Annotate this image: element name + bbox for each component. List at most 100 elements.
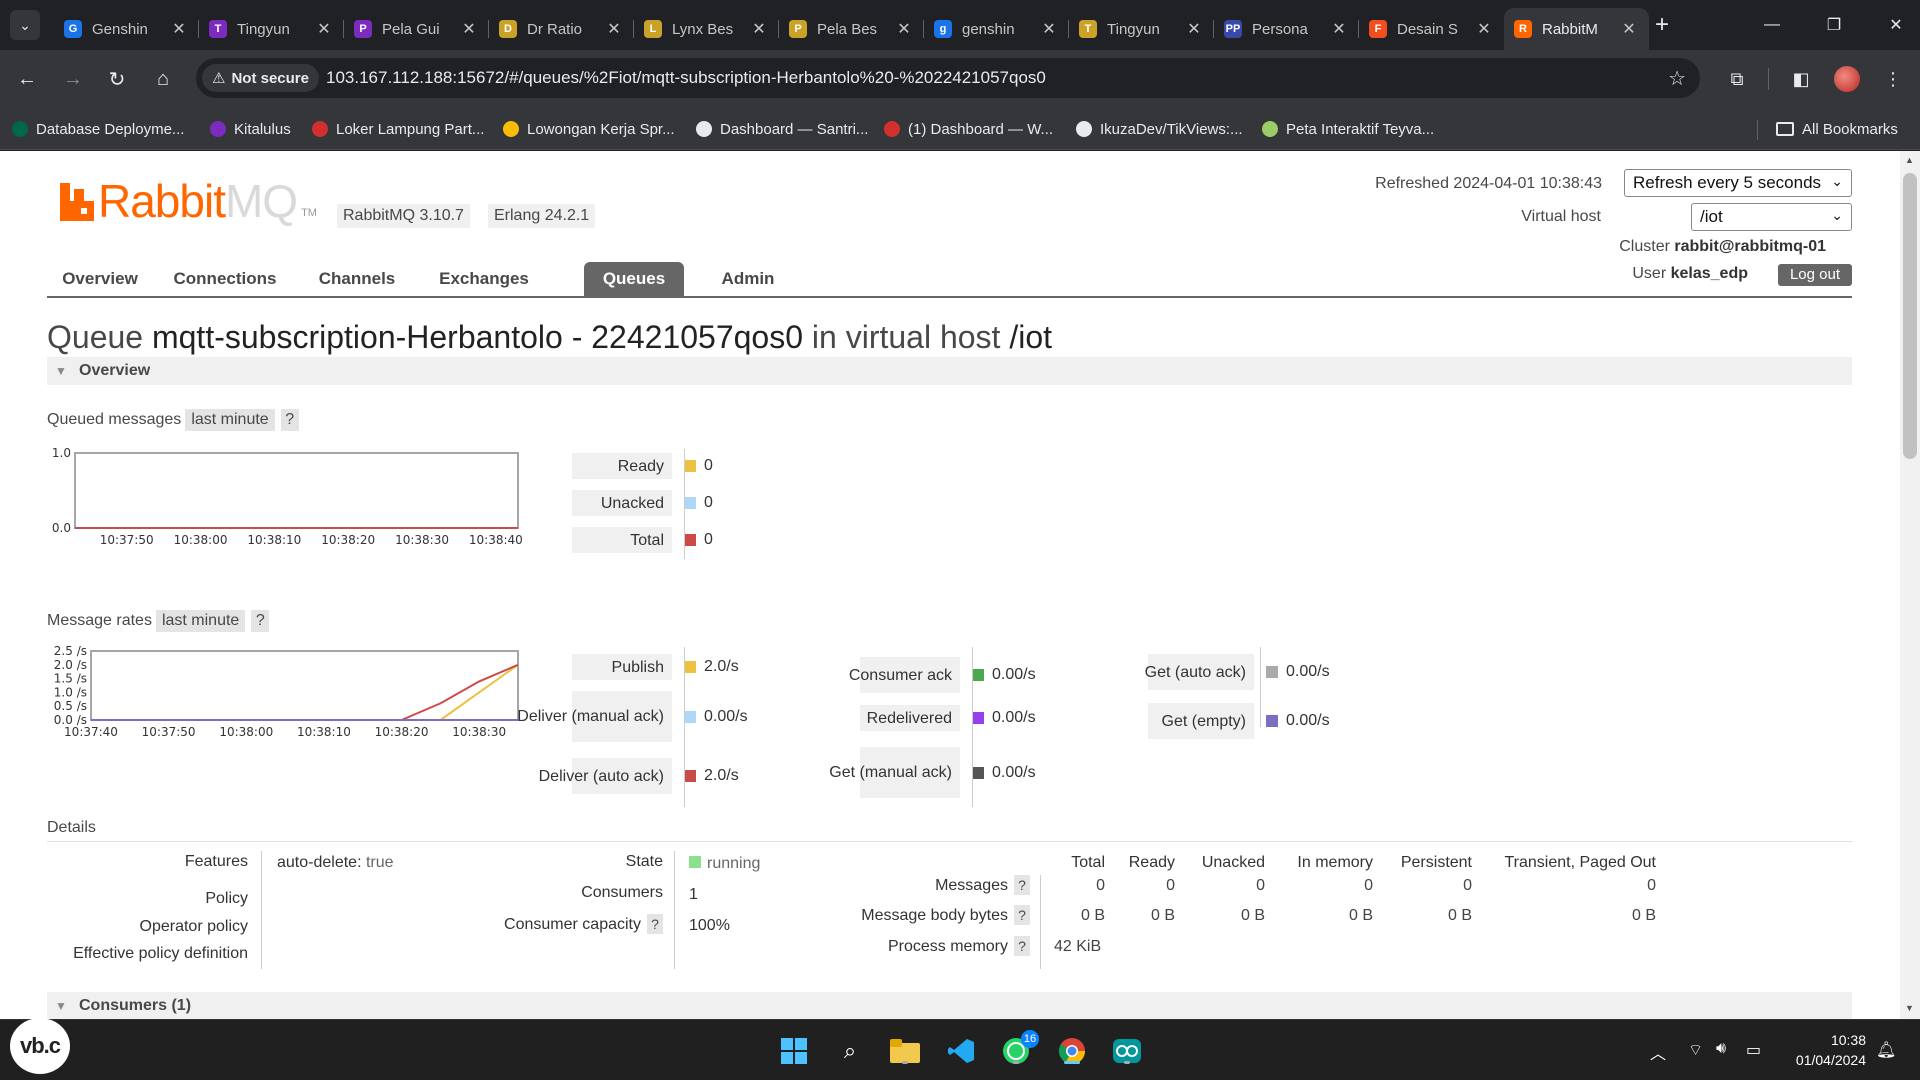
chevron-down-icon: ⌄ [19, 16, 31, 33]
tab-search-button[interactable]: ⌄ [10, 10, 40, 40]
browser-tab[interactable]: G Genshin ✕ [54, 8, 199, 50]
nav-tab-channels[interactable]: Channels [297, 262, 417, 298]
scroll-down-icon[interactable]: ▼ [1905, 1003, 1914, 1013]
bookmark-item[interactable]: Lowongan Kerja Spr... [503, 116, 675, 142]
x-tick-label: 10:38:20 [321, 533, 375, 547]
tab-close-icon[interactable]: ✕ [1619, 19, 1639, 39]
nav-tab-admin[interactable]: Admin [703, 262, 793, 298]
x-tick-label: 10:38:00 [174, 533, 228, 547]
arrow-left-icon: ← [17, 67, 37, 90]
features-value: auto-delete: true [277, 854, 394, 871]
restore-button[interactable]: ❐ [1804, 0, 1864, 50]
notifications-bell-icon[interactable]: 🔔︎ [1876, 1040, 1896, 1060]
tray-overflow-icon[interactable]: ︿ [1650, 1040, 1666, 1064]
all-bookmarks-button[interactable]: All Bookmarks [1776, 116, 1898, 142]
tab-title: genshin [962, 20, 1015, 38]
side-panel-icon[interactable]: ◧ [1788, 66, 1814, 92]
bookmark-item[interactable]: Dashboard — Santri... [696, 116, 868, 142]
bookmark-item[interactable]: IkuzaDev/TikViews:... [1076, 116, 1243, 142]
legend-row: Get (empty) 0.00/s [1148, 703, 1330, 739]
home-button[interactable]: ⌂ [148, 64, 178, 94]
site-security-chip[interactable]: ⚠ Not secure [202, 64, 319, 92]
nav-tab-overview[interactable]: Overview [47, 262, 153, 298]
nav-tab-queues[interactable]: Queues [584, 262, 684, 298]
file-explorer-button[interactable] [888, 1034, 922, 1068]
browser-tab[interactable]: R RabbitM ✕ [1504, 8, 1649, 50]
arduino-button[interactable] [1110, 1034, 1144, 1068]
tab-close-icon[interactable]: ✕ [1184, 19, 1204, 39]
legend-value: 2.0/s [672, 658, 739, 676]
bookmark-favicon-icon [884, 121, 900, 137]
browser-tab[interactable]: T Tingyun ✕ [199, 8, 344, 50]
nav-tab-exchanges[interactable]: Exchanges [419, 262, 549, 298]
volume-icon[interactable]: 🔊︎ [1716, 1040, 1726, 1058]
bookmark-star-icon[interactable]: ☆ [1668, 66, 1686, 91]
tab-close-icon[interactable]: ✕ [1474, 19, 1494, 39]
help-icon[interactable]: ? [647, 914, 663, 934]
nav-tab-connections[interactable]: Connections [155, 262, 295, 298]
refresh-interval-select[interactable]: Refresh every 5 seconds ⌄ [1624, 169, 1852, 197]
table-header: Total [1071, 854, 1105, 871]
tab-close-icon[interactable]: ✕ [1039, 19, 1059, 39]
overview-section-toggle[interactable]: ▼ Overview [47, 357, 1852, 385]
vscode-button[interactable] [944, 1034, 978, 1068]
start-button[interactable] [777, 1034, 811, 1068]
forward-button[interactable]: → [58, 64, 88, 94]
reload-button[interactable]: ↻ [102, 64, 132, 94]
bookmark-item[interactable]: Peta Interaktif Teyva... [1262, 116, 1434, 142]
legend-label: Unacked [572, 490, 672, 516]
address-bar[interactable]: ⚠ Not secure 103.167.112.188:15672/#/que… [196, 58, 1700, 98]
scrollbar-thumb[interactable] [1903, 173, 1917, 459]
tab-close-icon[interactable]: ✕ [1329, 19, 1349, 39]
bookmark-label: Peta Interaktif Teyva... [1286, 120, 1435, 138]
tab-close-icon[interactable]: ✕ [749, 19, 769, 39]
menu-icon[interactable]: ⋮ [1880, 66, 1906, 92]
back-button[interactable]: ← [12, 64, 42, 94]
browser-tab[interactable]: T Tingyun ✕ [1069, 8, 1214, 50]
bookmark-item[interactable]: Database Deployme... [12, 116, 184, 142]
help-icon[interactable]: ? [280, 409, 299, 431]
range-selector[interactable]: last minute [185, 409, 275, 431]
wifi-icon[interactable]: ⌔ [1688, 1040, 1703, 1060]
minimize-button[interactable]: — [1742, 0, 1802, 50]
table-cell: 0 [1463, 877, 1472, 894]
browser-tab[interactable]: F Desain S ✕ [1359, 8, 1504, 50]
help-icon[interactable]: ? [1014, 875, 1030, 895]
range-selector[interactable]: last minute [155, 610, 246, 632]
profile-avatar[interactable] [1834, 66, 1860, 92]
tab-close-icon[interactable]: ✕ [169, 19, 189, 39]
x-tick-label: 10:37:40 [64, 725, 118, 739]
whatsapp-button[interactable]: 16 [999, 1030, 1039, 1068]
help-icon[interactable]: ? [1014, 905, 1030, 925]
browser-tab[interactable]: g genshin ✕ [924, 8, 1069, 50]
table-cell: 0 [1256, 877, 1265, 894]
legend-row: Total 0 [572, 527, 713, 553]
scroll-up-icon[interactable]: ▲ [1905, 155, 1914, 165]
rabbitmq-logo[interactable]: RabbitMQ TM [60, 178, 317, 224]
battery-icon[interactable]: ▭ [1746, 1040, 1761, 1060]
browser-tab[interactable]: P Pela Bes ✕ [779, 8, 924, 50]
help-icon[interactable]: ? [1014, 936, 1030, 956]
help-icon[interactable]: ? [251, 610, 270, 632]
url-text[interactable]: 103.167.112.188:15672/#/queues/%2Fiot/mq… [326, 68, 1046, 88]
bookmark-item[interactable]: Loker Lampung Part... [312, 116, 484, 142]
browser-tab[interactable]: P Pela Gui ✕ [344, 8, 489, 50]
virtual-host-select[interactable]: /iot ⌄ [1691, 203, 1852, 231]
bookmark-item[interactable]: Kitalulus [210, 116, 291, 142]
bookmark-item[interactable]: (1) Dashboard — W... [884, 116, 1053, 142]
tab-close-icon[interactable]: ✕ [604, 19, 624, 39]
browser-tab[interactable]: PP Persona ✕ [1214, 8, 1359, 50]
tab-close-icon[interactable]: ✕ [314, 19, 334, 39]
close-window-button[interactable]: ✕ [1866, 0, 1920, 50]
consumers-section-toggle[interactable]: ▼ Consumers (1) [47, 992, 1852, 1019]
new-tab-button[interactable]: + [1648, 12, 1676, 40]
tab-close-icon[interactable]: ✕ [459, 19, 479, 39]
search-button[interactable]: ⌕ [833, 1034, 867, 1068]
browser-tab[interactable]: L Lynx Bes ✕ [634, 8, 779, 50]
browser-tab[interactable]: D Dr Ratio ✕ [489, 8, 634, 50]
chrome-button[interactable] [1055, 1034, 1089, 1068]
page-scrollbar[interactable]: ▲ ▼ [1900, 151, 1920, 1019]
extensions-icon[interactable]: ⧉ [1724, 66, 1750, 92]
tab-close-icon[interactable]: ✕ [894, 19, 914, 39]
system-clock[interactable]: 10:38 01/04/2024 [1784, 1030, 1866, 1070]
